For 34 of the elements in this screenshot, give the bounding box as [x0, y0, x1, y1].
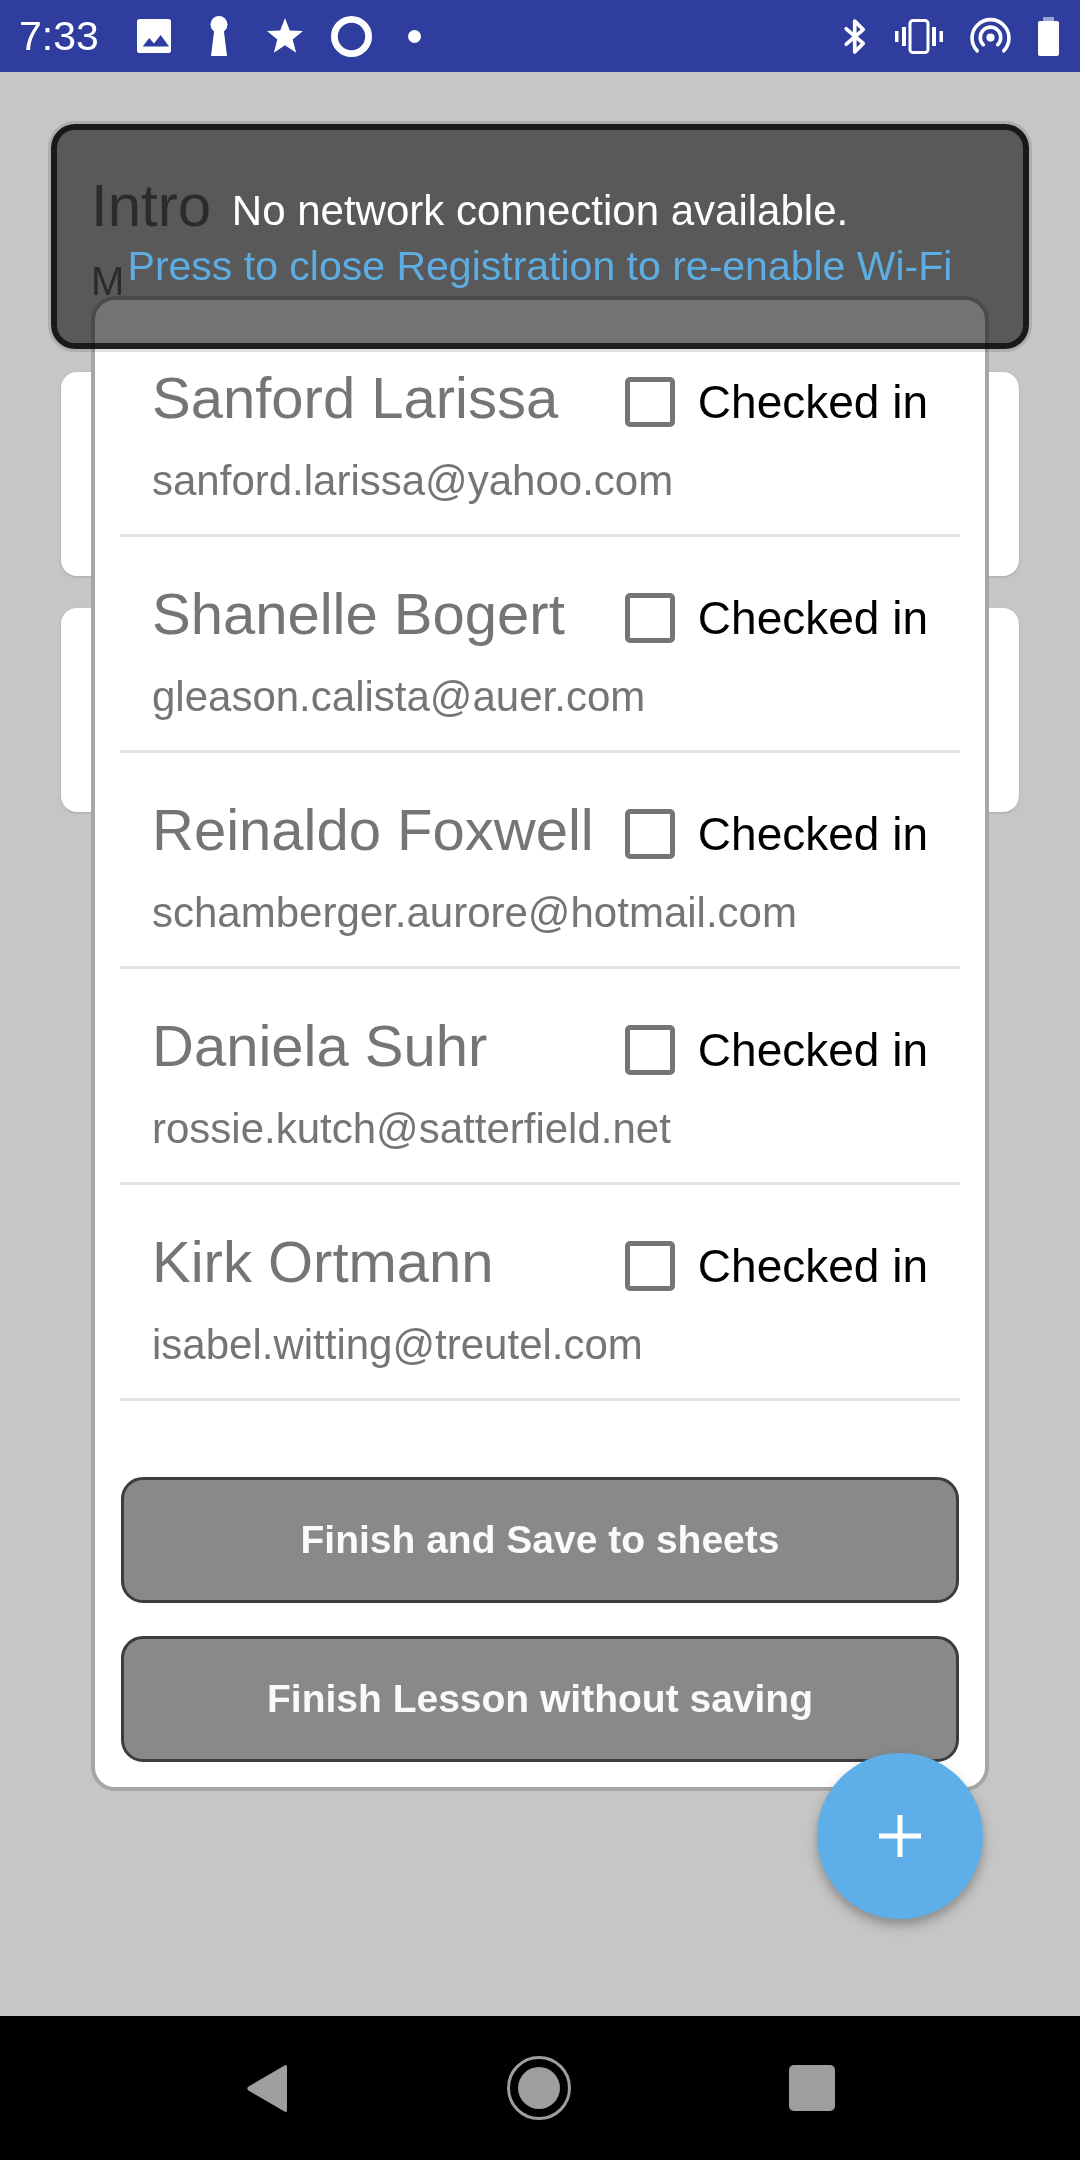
checkbox[interactable]: [624, 1241, 675, 1291]
ring-icon: [330, 15, 372, 57]
recents-icon[interactable]: [788, 2065, 835, 2111]
checkbox-label[interactable]: Checked in: [697, 1239, 928, 1293]
checkbox[interactable]: [624, 377, 675, 427]
hotspot-icon: [970, 16, 1011, 56]
clock-time: 7:33: [19, 12, 99, 60]
checkbox-label[interactable]: Checked in: [697, 375, 928, 429]
attendee-name: Daniela Suhr: [152, 1012, 488, 1080]
home-icon[interactable]: [506, 2056, 571, 2120]
attendee-email: sanford.larissa@yahoo.com: [152, 456, 674, 506]
checkbox-label[interactable]: Checked in: [697, 1023, 928, 1077]
attendee-name: Kirk Ortmann: [152, 1228, 494, 1296]
battery-icon: [1038, 16, 1059, 56]
attendee-email: isabel.witting@treutel.com: [152, 1320, 643, 1370]
attendee-email: rossie.kutch@satterfield.net: [152, 1104, 671, 1154]
checkbox[interactable]: [624, 593, 675, 643]
dot-icon: [407, 29, 421, 43]
vibrate-icon: [895, 18, 943, 54]
checkbox[interactable]: [624, 809, 675, 859]
back-icon[interactable]: [245, 2063, 289, 2113]
attendee-email: schamberger.aurore@hotmail.com: [152, 888, 797, 938]
image-icon: [136, 19, 171, 53]
attendee-email: gleason.calista@auer.com: [152, 672, 646, 722]
star-icon: [266, 18, 303, 54]
attendee-name: Shanelle Bogert: [152, 580, 565, 648]
checkbox-label[interactable]: Checked in: [697, 591, 928, 645]
plus-icon: [879, 1815, 921, 1857]
checkbox[interactable]: [624, 1025, 675, 1075]
attendee-name: Reinaldo Foxwell: [152, 796, 594, 864]
toast-message: No network connection available.: [231, 186, 849, 236]
attendee-name: Sanford Larissa: [152, 364, 559, 432]
bluetooth-icon: [843, 17, 868, 55]
checkbox-label[interactable]: Checked in: [697, 807, 928, 861]
